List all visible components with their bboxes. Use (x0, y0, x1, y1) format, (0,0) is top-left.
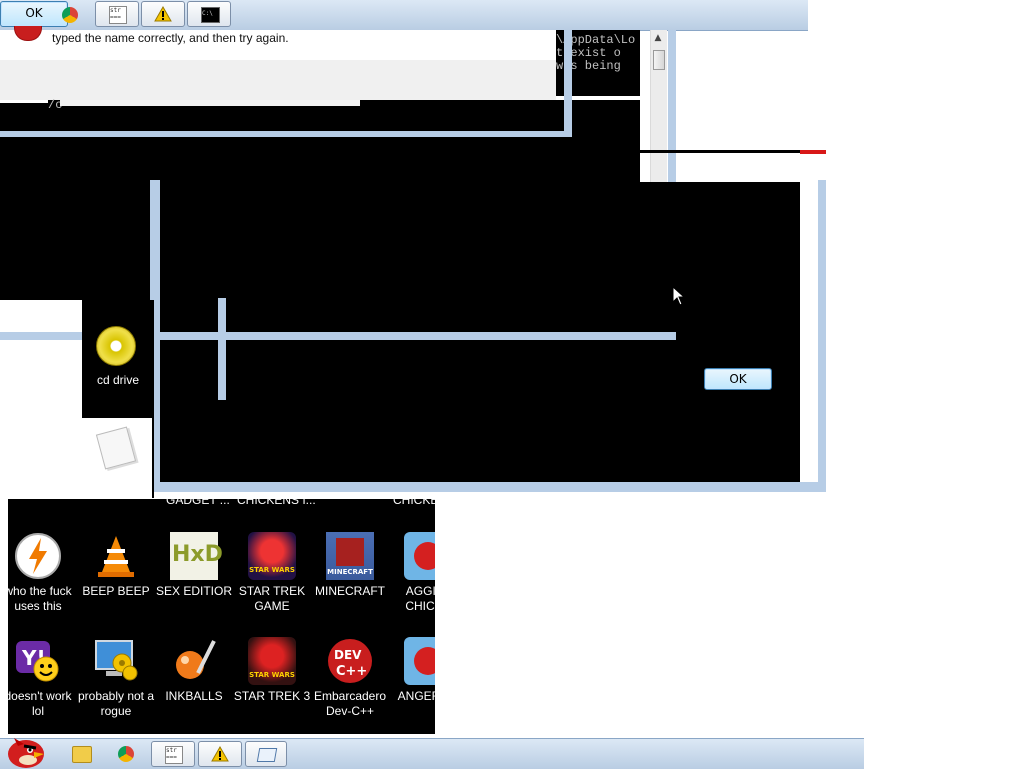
desktop-icon-label: STAR TREK GAME (238, 584, 306, 613)
scroll-up-arrow-icon[interactable]: ▲ (652, 33, 664, 43)
window-edge-fragment (800, 150, 826, 154)
white-patch (0, 340, 82, 500)
desktop-icon-label: Embarcadero Dev-C++ (313, 689, 387, 718)
desktop-icon-yahoo-messenger[interactable]: Y! doesn't work lol (8, 637, 77, 719)
desktop-icon-label: STAR TREK 3 (233, 689, 311, 703)
desktop-icon-label: MINECRAFT (315, 584, 385, 598)
taskbar-warning-button[interactable] (141, 1, 185, 27)
angry-birds-icon (404, 532, 435, 580)
window-frame (218, 298, 226, 400)
chrome-icon[interactable] (62, 7, 78, 23)
desktop-icon-avast[interactable]: who the fuck uses this (8, 532, 77, 614)
top-ok-button[interactable]: OK (0, 1, 68, 27)
taskbar-chrome-button[interactable] (108, 741, 144, 767)
cd-drive-label[interactable]: cd drive (82, 373, 154, 387)
angry-birds-star-wars-2-icon: STAR WARS (248, 637, 296, 685)
desktop-icon-label: probably not a rogue (77, 689, 155, 718)
error-message: typed the name correctly, and then try a… (52, 31, 289, 45)
desktop-icon-label: ANGER (2) (397, 689, 435, 703)
taskbar-cmd-button[interactable]: C:\ (187, 1, 231, 27)
taskbar-window-button[interactable] (245, 741, 287, 767)
white-patch (0, 100, 48, 103)
scrollbar-thumb[interactable] (653, 50, 665, 70)
desktop-icon-devcpp[interactable]: DEV C++ Embarcadero Dev-C++ (311, 637, 389, 719)
window-frame (564, 30, 572, 137)
desktop-icon-star-trek-game[interactable]: STAR WARS STAR TREK GAME (233, 532, 311, 614)
warning-icon (211, 746, 229, 762)
minecraft-icon: MINECRAFT (326, 532, 374, 580)
desktop-icon-label: who the fuck uses this (8, 584, 72, 613)
chrome-icon (118, 746, 134, 762)
avast-icon (14, 532, 62, 580)
desktop-icon-label: AGGITA CHICKE (405, 584, 435, 613)
desktop-icon-label: INKBALLS (165, 689, 223, 703)
notepad-icon: str === (165, 746, 183, 764)
angry-birds-star-wars-icon: STAR WARS (248, 532, 296, 580)
notepad-icon: str === (109, 6, 127, 24)
error-dialog-footer (0, 60, 556, 100)
desktop-icon-label: SEX EDITIOR (155, 584, 232, 598)
desktop-icon-inkball[interactable]: INKBALLS (155, 637, 233, 704)
window-frame (150, 482, 826, 492)
desktop-icon-aggita-chicke[interactable]: AGGITA CHICKE (389, 532, 435, 614)
start-orb-angry-bird[interactable] (4, 732, 48, 768)
window-edge-fragment (640, 150, 826, 153)
desktop-icon-minecraft[interactable]: MINECRAFT MINECRAFT (311, 532, 389, 599)
taskbar-explorer-button[interactable] (62, 741, 98, 767)
white-patch (60, 100, 360, 106)
taskbar-notepad-button[interactable]: str === (151, 741, 195, 767)
taskbar-warning-button[interactable] (198, 741, 242, 767)
message-box-ok-button[interactable]: OK (704, 368, 772, 390)
white-patch (0, 300, 82, 332)
desktop-icon-label[interactable]: GADGET ... (166, 499, 230, 507)
svg-text:C++: C++ (336, 664, 367, 679)
window-frame (818, 180, 826, 492)
desktop-icon-label: BEEP BEEP (82, 584, 150, 598)
desktop-icon-area: GADGET ... CHICKENS I... CHICKE who the … (8, 499, 435, 734)
desktop-icon-label[interactable]: CHICKENS I... (237, 499, 316, 507)
inkball-icon (170, 637, 218, 685)
angry-birds-icon (404, 637, 435, 685)
warning-icon (154, 6, 172, 22)
vlc-icon (92, 532, 140, 580)
control-panel-icon (92, 637, 140, 685)
svg-text:DEV: DEV (334, 648, 362, 662)
desktop-icon-label[interactable]: CHICKE (393, 499, 435, 507)
desktop-icon-anger-2[interactable]: ANGER (2) (389, 637, 435, 704)
desktop-icon-label: doesn't work lol (8, 689, 72, 718)
desktop-icon-control-panel[interactable]: probably not a rogue (77, 637, 155, 719)
desktop-icon-star-trek-3[interactable]: STAR WARS STAR TREK 3 (233, 637, 311, 704)
cmd-icon: C:\ (201, 7, 220, 23)
window-icon (256, 748, 278, 762)
hxd-icon: HxD (170, 532, 223, 580)
devcpp-icon: DEV C++ (326, 637, 374, 685)
desktop-icon-hxd[interactable]: HxD SEX EDITIOR (155, 532, 233, 599)
cd-drive-icon[interactable] (96, 326, 136, 366)
taskbar-notepad-button[interactable]: str === (95, 1, 139, 27)
explorer-icon (72, 746, 92, 763)
mouse-cursor-icon (672, 286, 684, 306)
window-frame (0, 131, 572, 137)
yahoo-messenger-icon: Y! (14, 637, 62, 685)
desktop-icon-vlc[interactable]: BEEP BEEP (77, 532, 155, 599)
